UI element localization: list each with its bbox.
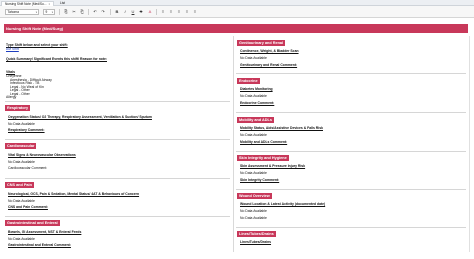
align-right-icon[interactable]: ≡ (176, 9, 182, 15)
skin-comment-label: Skin Integrity Comment: (240, 178, 280, 182)
gi-header: Gastrointestinal and Enteral (5, 220, 60, 226)
italic-button[interactable]: I (122, 9, 128, 15)
respiratory-subheading: Oxygenation Status/ O2 Therapy, Respirat… (8, 115, 152, 119)
gi-comment-label: Gastrointestinal and Enteral Comment: (8, 243, 71, 247)
list-icon[interactable]: ≡ (192, 9, 198, 15)
redo-icon[interactable]: ↷ (100, 9, 106, 15)
skin-header: Skin Integrity and Hygiene (237, 155, 289, 161)
toolbar-separator (110, 9, 111, 15)
close-icon[interactable]: × (48, 2, 50, 6)
wound-subheading: Wound Location & Latest Activity (docume… (240, 202, 326, 206)
font-name-select[interactable]: Tahoma ▾ (5, 9, 39, 15)
divider (236, 189, 466, 190)
endocrine-header: Endocrine (237, 78, 260, 84)
no-data-text: No Data Available (8, 237, 35, 241)
lines-header: Lines/Tubes/Drains (237, 231, 276, 237)
wound-header: Wound Overview (237, 193, 272, 199)
gi-subheading: Bowels, GI Assessment, NST & Enteral Fee… (8, 230, 82, 234)
align-left-icon[interactable]: ≡ (160, 9, 166, 15)
endocrine-subheading: Diabetes Monitoring (240, 87, 273, 91)
underline-button[interactable]: U (130, 9, 136, 15)
scrollbar[interactable] (469, 36, 470, 252)
copy-icon[interactable]: ⎘ (63, 9, 69, 15)
alert-item: Allergy (6, 95, 17, 99)
divider (5, 101, 230, 102)
mobility-subheading: Mobility Status, Aids/Assistive Devices … (240, 126, 323, 130)
strikethrough-button[interactable]: S (138, 9, 144, 15)
tab-label: List (60, 0, 65, 5)
skin-subheading: Skin Assessment & Pressure Injury Risk (240, 164, 306, 168)
gu-comment-label: Genitourinary and Renal Comment: (240, 63, 298, 67)
cardiovascular-comment-label: Cardiovascular Comment: (8, 166, 48, 170)
column-divider (233, 36, 234, 252)
no-data-text: No Data Available (240, 133, 267, 137)
note-title: Nursing Shift Note (Med/Surg) (4, 24, 468, 33)
no-data-text: No Data Available (240, 56, 267, 60)
no-data-text: No Data Available (240, 209, 267, 213)
no-data-text: No Data Available (8, 160, 35, 164)
toolbar-separator (156, 9, 157, 15)
divider (5, 216, 230, 217)
cut-icon[interactable]: ✂ (71, 9, 77, 15)
gu-header: Genitourinary and Renal (237, 40, 286, 46)
cns-pain-subheading: Neurological, GCS, Pain & Sedation, Ment… (8, 192, 140, 196)
endocrine-comment-label: Endocrine Comment: (240, 101, 275, 105)
font-color-icon[interactable]: A (147, 9, 153, 15)
no-data-text: No Data Available (240, 94, 267, 98)
tab-label: Nursing Shift Note (Med/Su... (5, 1, 47, 6)
divider (236, 227, 466, 228)
font-size-select[interactable]: 9 ▾ (43, 9, 55, 15)
no-data-text: No Data Available (240, 171, 267, 175)
gu-subheading: Continence, Weight, & Bladder Scan (240, 49, 299, 53)
justify-icon[interactable]: ≡ (184, 9, 190, 15)
cns-pain-comment-label: CNS and Pain Comment: (8, 205, 48, 209)
mobility-header: Mobility and ADLs (237, 117, 274, 123)
mobility-comment-label: Mobility and ADLs Comment: (240, 140, 288, 144)
divider (236, 112, 466, 113)
divider (5, 139, 230, 140)
divider (5, 178, 230, 179)
shift-select[interactable]: AM Shift (6, 47, 19, 51)
align-center-icon[interactable]: ≡ (168, 9, 174, 15)
respiratory-comment-label: Respiratory Comment: (8, 128, 45, 132)
cardiovascular-subheading: Vital Signs & Neurovascular Observations (8, 153, 76, 157)
cardiovascular-header: Cardiovascular (5, 143, 37, 149)
toolbar-separator (59, 9, 60, 15)
editor-toolbar: Tahoma ▾ 9 ▾ ⎘ ✂ ⎗ ↶ ↷ B I U S A ≡ ≡ ≡ ≡ ≡ (0, 6, 474, 18)
paste-icon[interactable]: ⎗ (79, 9, 85, 15)
no-data-text: No Data Available (8, 199, 35, 203)
chevron-down-icon: ▾ (51, 11, 53, 14)
respiratory-header: Respiratory (5, 105, 31, 111)
toolbar-separator (88, 9, 89, 15)
quick-summary-label: Quick Summary/ Significant Events this s… (6, 57, 107, 61)
divider (236, 151, 466, 152)
lines-subheading: Lines/Tubes/Drains (240, 240, 272, 244)
bold-button[interactable]: B (114, 9, 120, 15)
undo-icon[interactable]: ↶ (92, 9, 98, 15)
cns-pain-header: CNS and Pain (5, 182, 34, 188)
divider (236, 73, 466, 74)
no-data-text: No Data Available (8, 122, 35, 126)
no-data-text: No Data Available (240, 216, 267, 220)
chevron-down-icon: ▾ (35, 11, 37, 14)
